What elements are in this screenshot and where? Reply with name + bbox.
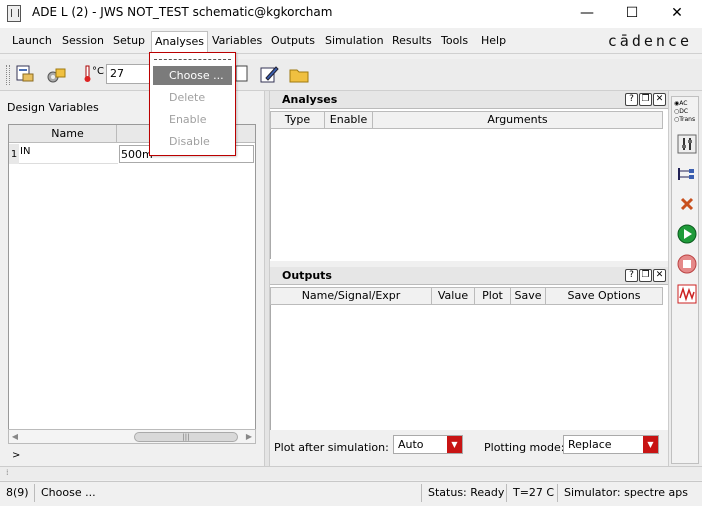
analyses-panel: Analyses ? ❐ ✕ Type Enable Arguments bbox=[270, 91, 668, 261]
menu-launch[interactable]: Launch bbox=[12, 34, 52, 47]
plot-after-value: Auto bbox=[398, 438, 424, 451]
menu-tools[interactable]: Tools bbox=[441, 34, 468, 47]
column-save-options[interactable]: Save Options bbox=[546, 287, 663, 305]
plotting-mode-value: Replace bbox=[568, 438, 612, 451]
analysis-type-radios[interactable]: ◉AC ○DC ○Trans bbox=[674, 100, 696, 126]
menu-analyses[interactable]: Analyses bbox=[151, 31, 209, 53]
analyses-title: Analyses bbox=[282, 93, 338, 106]
plotting-mode-label: Plotting mode: bbox=[484, 441, 565, 454]
toolbar-grip[interactable] bbox=[6, 65, 10, 85]
temperature-input[interactable]: 27 bbox=[106, 64, 152, 84]
grip-dots-icon[interactable]: ⁞ bbox=[6, 468, 9, 477]
scroll-left-icon[interactable]: ◀ bbox=[9, 431, 21, 442]
close-button[interactable]: ✕ bbox=[654, 0, 700, 28]
title-bar: ADE L (2) - JWS NOT_TEST schematic@kgkor… bbox=[0, 0, 702, 28]
column-value[interactable]: Value bbox=[432, 287, 475, 305]
status-temperature: T=27 C bbox=[506, 484, 560, 502]
minimize-button[interactable]: — bbox=[564, 0, 610, 28]
radio-trans[interactable]: ○Trans bbox=[674, 116, 696, 124]
plot-waveform-icon[interactable] bbox=[677, 284, 697, 304]
help-icon[interactable]: ? bbox=[625, 93, 638, 106]
scroll-thumb[interactable]: ||| bbox=[134, 432, 238, 442]
status-message: Choose ... bbox=[34, 484, 420, 502]
float-icon[interactable]: ❐ bbox=[639, 93, 652, 106]
menu-variables[interactable]: Variables bbox=[212, 34, 262, 47]
netlist-icon[interactable] bbox=[677, 164, 697, 184]
analyses-menu: Choose ... Delete Enable Disable bbox=[149, 52, 236, 156]
menu-bar: Launch Session Setup Analyses Variables … bbox=[0, 30, 702, 54]
menu-results[interactable]: Results bbox=[392, 34, 432, 47]
help-icon[interactable]: ? bbox=[625, 269, 638, 282]
design-variables-table: Name Value 1 IN 500m bbox=[8, 124, 256, 435]
analyses-list[interactable] bbox=[270, 129, 662, 259]
expand-arrow[interactable]: > bbox=[12, 450, 20, 461]
tear-off-line[interactable] bbox=[154, 59, 231, 60]
radio-dc[interactable]: ○DC bbox=[674, 108, 696, 116]
gear-folder-icon[interactable] bbox=[46, 64, 68, 84]
close-icon[interactable]: ✕ bbox=[653, 269, 666, 282]
side-tool-strip: ◉AC ○DC ○Trans bbox=[671, 96, 699, 464]
toolbar: °C 27 bbox=[0, 59, 702, 91]
close-icon[interactable]: ✕ bbox=[653, 93, 666, 106]
menu-item-disable[interactable]: Disable bbox=[153, 132, 232, 151]
menu-simulation[interactable]: Simulation bbox=[325, 34, 384, 47]
menu-outputs[interactable]: Outputs bbox=[271, 34, 315, 47]
column-save[interactable]: Save bbox=[511, 287, 546, 305]
menu-help[interactable]: Help bbox=[481, 34, 506, 47]
variable-name-cell[interactable]: IN bbox=[19, 144, 118, 164]
temperature-unit: °C bbox=[92, 66, 104, 77]
tuning-icon[interactable] bbox=[677, 134, 697, 154]
column-name-signal-expr[interactable]: Name/Signal/Expr bbox=[270, 287, 432, 305]
open-folder-icon[interactable] bbox=[288, 64, 310, 84]
maximize-button[interactable]: ☐ bbox=[609, 0, 655, 28]
session-icon[interactable] bbox=[14, 64, 36, 84]
plot-after-label: Plot after simulation: bbox=[274, 441, 389, 454]
radio-ac[interactable]: ◉AC bbox=[674, 100, 696, 108]
column-enable[interactable]: Enable bbox=[325, 111, 373, 129]
scroll-right-icon[interactable]: ▶ bbox=[243, 431, 255, 442]
plotting-mode-select[interactable]: Replace ▼ bbox=[563, 435, 659, 454]
column-plot[interactable]: Plot bbox=[475, 287, 511, 305]
menu-item-enable[interactable]: Enable bbox=[153, 110, 232, 129]
status-count: 8(9) bbox=[6, 486, 29, 499]
outputs-panel: Outputs ? ❐ ✕ Name/Signal/Expr Value Plot … bbox=[270, 267, 668, 430]
column-type[interactable]: Type bbox=[270, 111, 325, 129]
dropdown-arrow-icon[interactable]: ▼ bbox=[643, 436, 658, 453]
row-number: 1 bbox=[9, 144, 19, 164]
plot-after-select[interactable]: Auto ▼ bbox=[393, 435, 463, 454]
ade-window: ADE L (2) - JWS NOT_TEST schematic@kgkor… bbox=[0, 0, 702, 506]
status-state: Status: Ready bbox=[421, 484, 510, 502]
run-simulation-icon[interactable] bbox=[677, 224, 697, 244]
status-simulator: Simulator: spectre aps bbox=[557, 484, 694, 502]
menu-item-delete[interactable]: Delete bbox=[153, 88, 232, 107]
stop-simulation-icon[interactable] bbox=[677, 254, 697, 274]
bottom-grip: ⁞ bbox=[0, 466, 702, 480]
status-bar: 8(9) Choose ... Status: Ready T=27 C Sim… bbox=[0, 481, 702, 503]
outputs-list[interactable] bbox=[270, 305, 662, 430]
menu-setup[interactable]: Setup bbox=[113, 34, 145, 47]
delete-icon[interactable] bbox=[677, 194, 697, 214]
outputs-title-bar: Outputs ? ❐ ✕ bbox=[270, 267, 668, 285]
window-title: ADE L (2) - JWS NOT_TEST schematic@kgkor… bbox=[32, 5, 333, 19]
plot-options: Plot after simulation: Auto ▼ Plotting m… bbox=[270, 430, 668, 466]
design-variables-title: Design Variables bbox=[7, 101, 99, 114]
dropdown-arrow-icon[interactable]: ▼ bbox=[447, 436, 462, 453]
horizontal-scrollbar[interactable]: ◀ ||| ▶ bbox=[8, 429, 256, 444]
edit-note-icon[interactable] bbox=[258, 64, 280, 84]
column-name[interactable]: Name bbox=[19, 125, 117, 143]
menu-session[interactable]: Session bbox=[62, 34, 104, 47]
outputs-title: Outputs bbox=[282, 269, 332, 282]
column-arguments[interactable]: Arguments bbox=[373, 111, 663, 129]
float-icon[interactable]: ❐ bbox=[639, 269, 652, 282]
cadence-logo: cādence bbox=[607, 32, 692, 50]
app-icon bbox=[7, 5, 21, 22]
menu-item-choose[interactable]: Choose ... bbox=[153, 66, 232, 85]
analyses-title-bar: Analyses ? ❐ ✕ bbox=[270, 91, 668, 109]
